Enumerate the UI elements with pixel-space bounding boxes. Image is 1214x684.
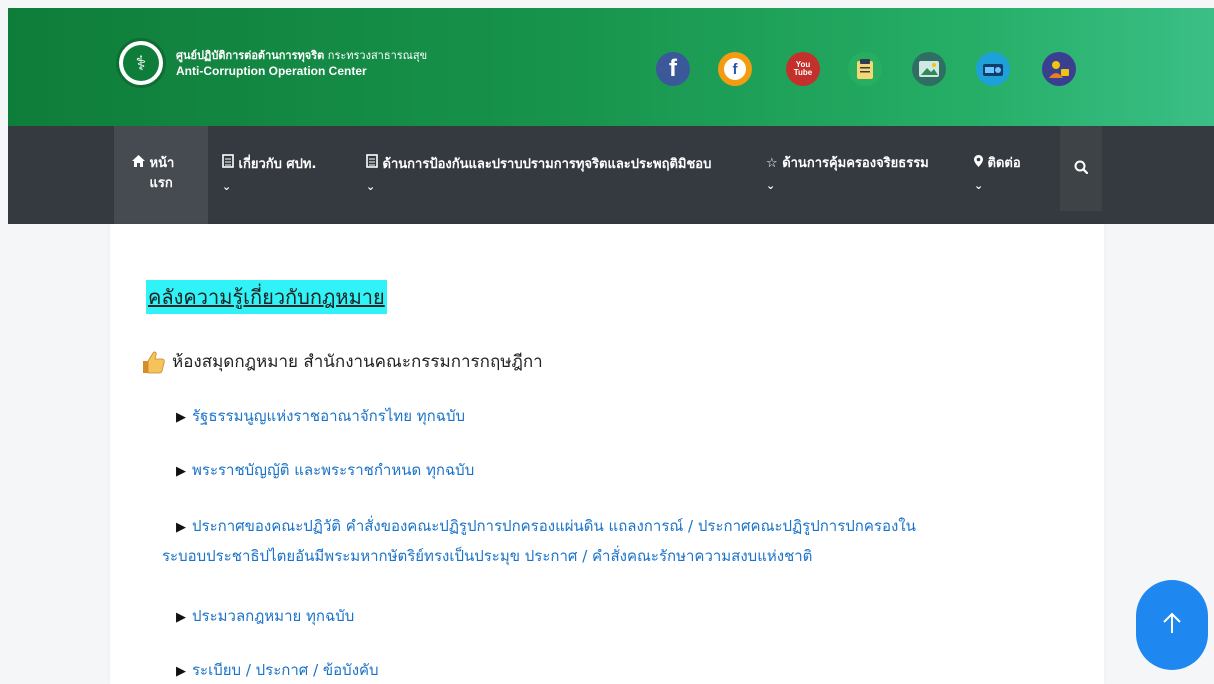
section-subheading: ห้องสมุดกฎหมาย สำนักงานคณะกรรมการกฤษฎีกา: [140, 348, 543, 375]
chevron-down-icon: ⌄: [766, 179, 776, 192]
link-announcements[interactable]: ประกาศของคณะปฏิวัติ คำสั่งของคณะปฏิรูปกา…: [192, 517, 916, 535]
search-button[interactable]: [1060, 126, 1102, 211]
list-item[interactable]: ▶ ประมวลกฎหมาย ทุกฉบับ: [176, 602, 354, 632]
chevron-down-icon: ⌄: [222, 180, 232, 193]
thumbs-up-icon: [140, 349, 166, 375]
link-announcements-cont[interactable]: ระบอบประชาธิปไตยอันมีพระมหากษัตริย์ทรงเป…: [162, 542, 1092, 570]
document-icon: [366, 154, 383, 172]
document-icon: [222, 154, 239, 172]
triangle-bullet-icon: ▶: [176, 410, 186, 425]
search-icon: [1074, 159, 1089, 178]
arrow-up-icon: [1162, 611, 1182, 639]
nav-item-about[interactable]: เกี่ยวกับ ศปท. ⌄: [222, 126, 362, 224]
org-name-en: Anti-Corruption Operation Center: [176, 63, 367, 78]
facebook-icon[interactable]: f: [656, 52, 690, 86]
site-header: ⚕ ศูนย์ปฏิบัติการต่อต้านการทุจริต กระทรว…: [8, 8, 1214, 126]
home-icon: [132, 155, 150, 171]
photo-gallery-icon[interactable]: [912, 52, 946, 86]
star-icon: ☆: [766, 156, 778, 171]
link-regulations[interactable]: ระเบียบ / ประกาศ / ข้อบังคับ: [192, 661, 379, 679]
page-title: คลังความรู้เกี่ยวกับกฎหมาย: [146, 280, 387, 314]
list-item[interactable]: ▶ รัฐธรรมนูญแห่งราชอาณาจักรไทย ทุกฉบับ: [176, 402, 465, 432]
clipboard-icon[interactable]: [848, 52, 882, 86]
main-content: คลังความรู้เกี่ยวกับกฎหมาย ห้องสมุดกฎหมา…: [110, 224, 1104, 684]
triangle-bullet-icon: ▶: [176, 464, 186, 479]
triangle-bullet-icon: ▶: [176, 664, 186, 679]
triangle-bullet-icon: ▶: [176, 610, 186, 625]
nav-item-home[interactable]: หน้า แรก: [114, 126, 208, 224]
list-item[interactable]: ▶ ระเบียบ / ประกาศ / ข้อบังคับ: [176, 656, 379, 684]
main-nav: หน้า แรก เกี่ยวกับ ศปท. ⌄ ด้านการป้องกัน…: [8, 126, 1214, 224]
site-logo[interactable]: ⚕ ศูนย์ปฏิบัติการต่อต้านการทุจริต กระทรว…: [116, 38, 427, 88]
list-item[interactable]: ▶ ประกาศของคณะปฏิวัติ คำสั่งของคณะปฏิรูปก…: [162, 512, 1092, 570]
chevron-down-icon: ⌄: [974, 179, 984, 192]
chevron-down-icon: ⌄: [366, 180, 376, 193]
org-name-th: ศูนย์ปฏิบัติการต่อต้านการทุจริต กระทรวงส…: [176, 48, 428, 62]
nav-item-prevention[interactable]: ด้านการป้องกันและปราบปรามการทุจริตและประ…: [366, 126, 746, 224]
link-codes[interactable]: ประมวลกฎหมาย ทุกฉบับ: [192, 607, 354, 625]
nav-item-ethics[interactable]: ☆ ด้านการคุ้มครองจริยธรรม ⌄: [766, 126, 966, 224]
nav-item-contact[interactable]: ติดต่อ ⌄: [974, 126, 1054, 224]
facebook-alt-icon[interactable]: f: [718, 52, 752, 86]
link-constitution[interactable]: รัฐธรรมนูญแห่งราชอาณาจักรไทย ทุกฉบับ: [192, 407, 465, 425]
link-acts[interactable]: พระราชบัญญัติ และพระราชกำหนด ทุกฉบับ: [192, 461, 474, 479]
radio-icon[interactable]: [976, 52, 1010, 86]
triangle-bullet-icon: ▶: [176, 520, 186, 535]
ministry-seal-icon: ⚕: [116, 38, 166, 88]
list-item[interactable]: ▶ พระราชบัญญัติ และพระราชกำหนด ทุกฉบับ: [176, 456, 474, 486]
users-lock-icon[interactable]: [1042, 52, 1076, 86]
map-marker-icon: [974, 155, 988, 171]
youtube-icon[interactable]: You Tube: [786, 52, 820, 86]
back-to-top-button[interactable]: [1136, 580, 1208, 670]
